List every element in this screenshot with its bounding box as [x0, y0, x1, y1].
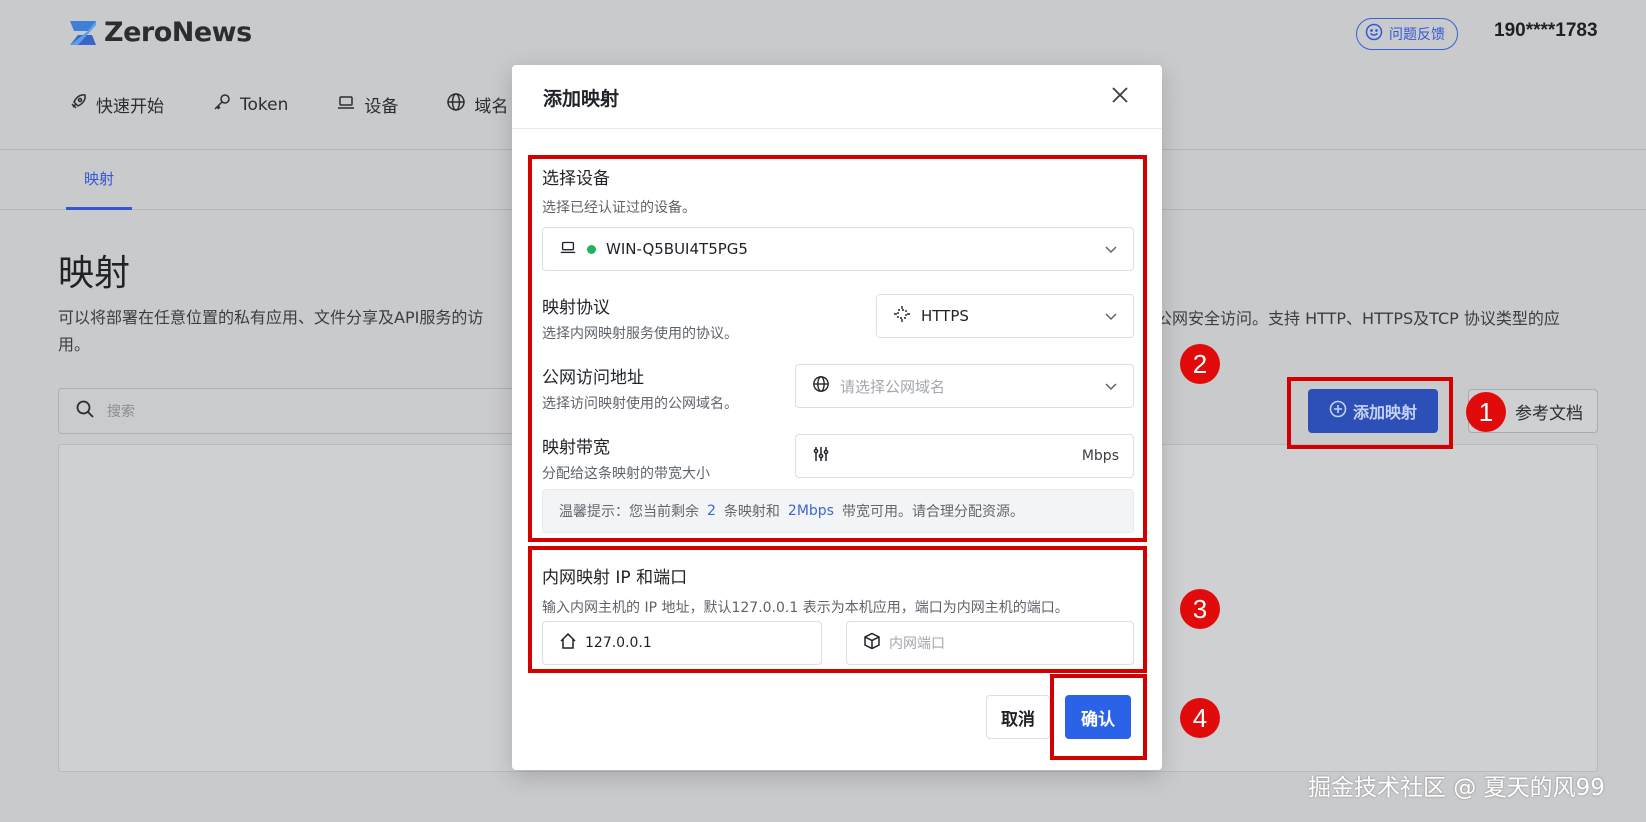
- zeronews-logo-icon: [66, 19, 100, 47]
- tip-prefix: 温馨提示：您当前剩余: [559, 504, 699, 520]
- device-label: 选择设备: [542, 169, 610, 189]
- domain-help: 选择访问映射使用的公网域名。: [542, 396, 738, 412]
- user-account[interactable]: 190****1783: [1494, 20, 1598, 42]
- tip-middle: 条映射和: [723, 504, 780, 520]
- dialog-title: 添加映射: [543, 88, 620, 110]
- logo[interactable]: ZeroNews: [66, 17, 252, 48]
- nav-item-token[interactable]: Token: [212, 92, 288, 117]
- protocol-value: HTTPS: [921, 307, 969, 325]
- page-title: 映射: [58, 253, 131, 294]
- nav-item-domains[interactable]: 域名: [446, 92, 508, 117]
- add-mapping-dialog: 添加映射 选择设备 选择已经认证过的设备。 WIN-Q5BUI4T5PG5 映射…: [512, 65, 1162, 770]
- confirm-button[interactable]: 确认: [1065, 695, 1131, 739]
- plus-circle-icon: [1329, 400, 1347, 422]
- dialog-header: 添加映射: [512, 65, 1162, 129]
- bandwidth-help: 分配给这条映射的带宽大小: [542, 466, 710, 482]
- nav-label: 设备: [364, 97, 399, 117]
- rocket-icon: [68, 92, 88, 117]
- domain-select[interactable]: 请选择公网域名: [795, 364, 1134, 408]
- protocol-label: 映射协议: [542, 298, 610, 318]
- search-input[interactable]: 搜索: [58, 388, 518, 434]
- bandwidth-label: 映射带宽: [542, 438, 610, 458]
- add-mapping-button[interactable]: 添加映射: [1308, 389, 1438, 433]
- online-status-dot: [587, 244, 596, 254]
- search-placeholder: 搜索: [107, 404, 135, 420]
- device-help: 选择已经认证过的设备。: [542, 200, 696, 216]
- nav-item-quickstart[interactable]: 快速开始: [68, 92, 164, 117]
- quota-tip: 温馨提示：您当前剩余 2 条映射和 2Mbps 带宽可用。请合理分配资源。: [542, 489, 1134, 533]
- chevron-down-icon: [1105, 313, 1117, 321]
- laptop-icon: [559, 238, 577, 260]
- bandwidth-unit: Mbps: [1081, 448, 1119, 464]
- sliders-icon: [812, 445, 830, 467]
- cube-icon: [863, 632, 881, 654]
- domain-placeholder: 请选择公网域名: [840, 377, 946, 396]
- tip-bandwidth: 2Mbps: [787, 503, 834, 519]
- tip-suffix: 带宽可用。请合理分配资源。: [841, 504, 1024, 520]
- add-mapping-label: 添加映射: [1352, 403, 1417, 422]
- domain-label: 公网访问地址: [542, 368, 644, 388]
- key-icon: [212, 92, 232, 117]
- feedback-button[interactable]: 问题反馈: [1356, 18, 1458, 50]
- annotation-marker-4: 4: [1180, 698, 1220, 738]
- chevron-down-icon: [1105, 383, 1117, 391]
- logo-text: ZeroNews: [104, 17, 252, 48]
- internal-label: 内网映射 IP 和端口: [542, 568, 688, 588]
- page-description-continued: 公网安全访问。支持 HTTP、HTTPS及TCP 协议类型的应: [1156, 309, 1560, 328]
- main-nav: 快速开始 Token 设备 域名: [68, 92, 508, 117]
- globe-icon: [812, 375, 830, 397]
- close-icon: [1111, 86, 1129, 108]
- page-description: 可以将部署在任意位置的私有应用、文件分享及API服务的访: [58, 308, 484, 327]
- nav-label: Token: [240, 94, 289, 115]
- internal-help: 输入内网主机的 IP 地址，默认127.0.0.1 表示为本机应用，端口为内网主…: [542, 600, 1069, 616]
- protocol-icon: [893, 305, 911, 327]
- globe-icon: [446, 92, 466, 117]
- tab-mapping[interactable]: 映射: [66, 150, 132, 210]
- page-description-wrap: 用。: [58, 335, 91, 354]
- internal-ip-input[interactable]: 127.0.0.1: [542, 621, 822, 665]
- port-placeholder: 内网端口: [889, 636, 945, 652]
- annotation-marker-3: 3: [1180, 589, 1220, 629]
- tip-mapping-count: 2: [707, 503, 716, 519]
- close-button[interactable]: [1106, 83, 1134, 111]
- ip-value: 127.0.0.1: [585, 635, 652, 651]
- watermark: 掘金技术社区 @ 夏天的风99: [1308, 775, 1605, 801]
- laptop-icon: [336, 92, 356, 117]
- device-select[interactable]: WIN-Q5BUI4T5PG5: [542, 227, 1134, 271]
- bandwidth-input[interactable]: Mbps: [795, 434, 1134, 478]
- protocol-select[interactable]: HTTPS: [876, 294, 1134, 338]
- chevron-down-icon: [1105, 246, 1117, 254]
- annotation-marker-2: 2: [1180, 344, 1220, 384]
- internal-port-input[interactable]: 内网端口: [846, 621, 1134, 665]
- smile-icon: [1365, 23, 1383, 45]
- search-icon: [75, 399, 95, 423]
- device-value: WIN-Q5BUI4T5PG5: [606, 240, 748, 258]
- nav-label: 域名: [474, 97, 509, 117]
- feedback-label: 问题反馈: [1389, 27, 1445, 43]
- annotation-marker-1: 1: [1466, 392, 1506, 432]
- nav-item-devices[interactable]: 设备: [336, 92, 398, 117]
- home-icon: [559, 632, 577, 654]
- cancel-button[interactable]: 取消: [986, 695, 1050, 739]
- protocol-help: 选择内网映射服务使用的协议。: [542, 326, 738, 342]
- nav-label: 快速开始: [96, 97, 164, 117]
